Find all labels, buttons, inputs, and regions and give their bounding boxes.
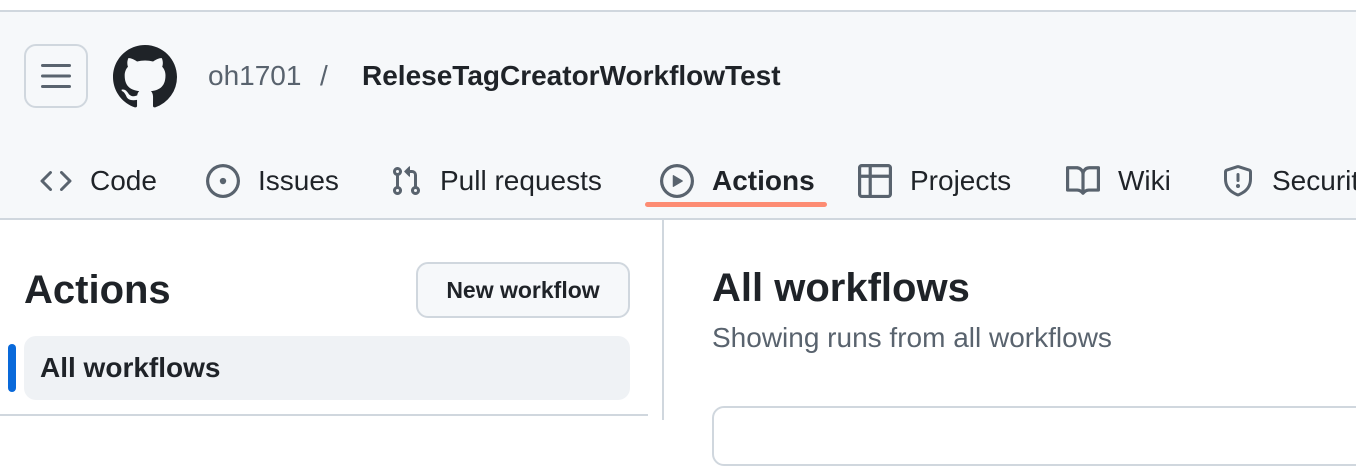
top-border <box>0 0 1356 12</box>
issue-opened-icon <box>206 164 240 198</box>
active-tab-underline <box>645 202 827 207</box>
sidebar-item-label: All workflows <box>40 352 221 383</box>
sidebar-title: Actions <box>24 268 171 312</box>
play-icon <box>660 164 694 198</box>
page-title: All workflows <box>712 266 970 310</box>
breadcrumb-repo-link[interactable]: ReleseTagCreatorWorkflowTest <box>362 60 781 92</box>
table-icon <box>858 164 892 198</box>
column-divider <box>662 220 664 420</box>
sidebar-item-all-workflows[interactable]: All workflows <box>24 336 630 400</box>
tab-issues[interactable]: Issues <box>206 142 339 220</box>
tab-security[interactable]: Securit <box>1222 142 1356 220</box>
filter-workflow-runs-input[interactable] <box>712 406 1356 466</box>
page-subtitle: Showing runs from all workflows <box>712 322 1112 353</box>
book-icon <box>1066 166 1100 195</box>
shield-icon <box>1224 165 1252 197</box>
tab-security-label: Securit <box>1272 165 1356 196</box>
git-pull-request-icon <box>392 166 421 196</box>
tab-pull-requests[interactable]: Pull requests <box>390 142 602 220</box>
tab-code-label: Code <box>90 165 157 196</box>
tab-projects-label: Projects <box>910 165 1012 196</box>
tab-code[interactable]: Code <box>40 142 157 220</box>
tab-wiki-label: Wiki <box>1118 165 1171 196</box>
breadcrumb-owner-link[interactable]: oh1701 <box>208 60 301 92</box>
breadcrumb-separator: / <box>320 60 328 91</box>
sidebar-divider <box>0 414 648 416</box>
new-workflow-button[interactable]: New workflow <box>416 262 630 318</box>
github-logo-icon[interactable] <box>113 45 177 109</box>
tab-projects[interactable]: Projects <box>858 142 1011 220</box>
hamburger-icon <box>41 64 71 88</box>
repo-header: oh1701 / ReleseTagCreatorWorkflowTest Co… <box>0 12 1356 220</box>
tab-actions-label: Actions <box>712 165 815 196</box>
menu-button[interactable] <box>24 44 88 108</box>
tab-issues-label: Issues <box>258 165 339 196</box>
repo-nav-tabs: Code Issues Pull requests Actions Projec… <box>0 142 1356 220</box>
tab-pull-requests-label: Pull requests <box>440 165 602 196</box>
selected-item-indicator <box>8 344 16 392</box>
tab-actions[interactable]: Actions <box>660 142 815 220</box>
code-icon <box>40 170 72 192</box>
tab-wiki[interactable]: Wiki <box>1066 142 1171 220</box>
